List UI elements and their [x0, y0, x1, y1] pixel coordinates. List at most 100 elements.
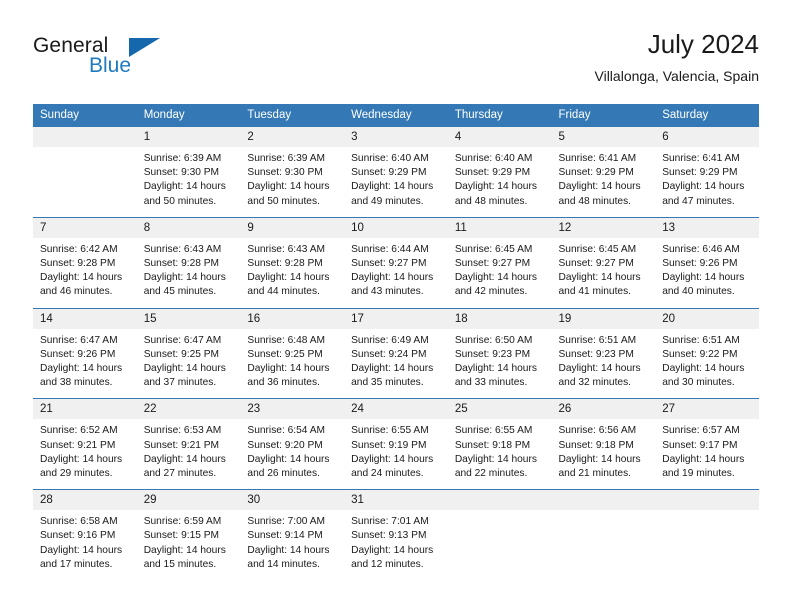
calendar-week-row: 7 Sunrise: 6:42 AM Sunset: 9:28 PM Daylight…	[33, 216, 759, 309]
daylight-text: Daylight: 14 hours	[40, 363, 123, 375]
day-details: Sunrise: 6:40 AM Sunset: 9:29 PM Daylight:…	[344, 147, 448, 217]
day-details: Sunrise: 6:47 AM Sunset: 9:25 PM Daylight:…	[137, 329, 241, 399]
daylight-text: Daylight: 14 hours	[454, 181, 537, 193]
sunset-text: Sunset: 9:30 PM	[247, 167, 323, 179]
calendar-week-row: 21 Sunrise: 6:52 AM Sunset: 9:21 PM Dayligh…	[33, 398, 759, 490]
calendar-day-cell[interactable]: 11 Sunrise: 6:45 AM Sunset: 9:27 PM Dayligh…	[447, 216, 552, 309]
day-details: Sunrise: 6:52 AM Sunset: 9:21 PM Daylight:…	[33, 419, 137, 489]
daylight-text: Daylight: 14 hours	[247, 181, 330, 193]
calendar-day-cell[interactable]: 19 Sunrise: 6:51 AM Sunset: 9:23 PM Dayligh…	[551, 307, 656, 399]
weekday-header-saturday: Saturday	[655, 104, 759, 127]
weekday-header-monday: Monday	[136, 104, 241, 127]
day-number: 22	[136, 399, 241, 420]
day-number: 2	[240, 127, 345, 147]
calendar-day-cell[interactable]: 7 Sunrise: 6:42 AM Sunset: 9:28 PM Daylight…	[33, 216, 137, 309]
sunset-text: Sunset: 9:15 PM	[143, 530, 220, 542]
day-number: 16	[240, 308, 345, 329]
sunrise-text: Sunrise: 6:54 AM	[247, 425, 325, 437]
sunset-text: Sunset: 9:29 PM	[351, 167, 427, 179]
day-number: 13	[655, 217, 759, 238]
calendar-day-cell[interactable]: 24 Sunrise: 6:55 AM Sunset: 9:19 PM Dayligh…	[344, 398, 448, 490]
weekday-header-tuesday: Tuesday	[240, 104, 345, 127]
day-details: Sunrise: 6:55 AM Sunset: 9:19 PM Daylight:…	[344, 419, 448, 489]
calendar-day-cell[interactable]: 27 Sunrise: 6:57 AM Sunset: 9:17 PM Dayligh…	[655, 398, 759, 490]
sunset-text: Sunset: 9:16 PM	[40, 530, 116, 542]
calendar-day-cell[interactable]: 18 Sunrise: 6:50 AM Sunset: 9:23 PM Dayligh…	[447, 307, 552, 399]
calendar-day-cell[interactable]: 5 Sunrise: 6:41 AM Sunset: 9:29 PM Daylight…	[551, 126, 656, 218]
sunset-text: Sunset: 9:29 PM	[662, 167, 738, 179]
day-details: Sunrise: 6:51 AM Sunset: 9:22 PM Daylight:…	[655, 329, 759, 399]
day-number: 5	[551, 127, 656, 147]
calendar-day-cell[interactable]: 10 Sunrise: 6:44 AM Sunset: 9:27 PM Dayligh…	[344, 216, 448, 309]
sunset-text: Sunset: 9:26 PM	[40, 348, 116, 360]
daylight-text: Daylight: 14 hours	[351, 363, 434, 375]
day-details: Sunrise: 6:41 AM Sunset: 9:29 PM Daylight:…	[655, 147, 759, 217]
sunrise-text: Sunrise: 6:45 AM	[558, 243, 637, 255]
calendar-day-cell[interactable]: 26 Sunrise: 6:56 AM Sunset: 9:18 PM Dayligh…	[551, 398, 656, 490]
day-details	[448, 510, 552, 570]
sunrise-text: Sunrise: 6:56 AM	[558, 425, 637, 437]
sunrise-text: Sunrise: 6:51 AM	[662, 334, 740, 346]
sunrise-text: Sunrise: 6:58 AM	[40, 516, 118, 528]
sunrise-text: Sunrise: 6:47 AM	[143, 334, 222, 346]
daylight-text: and 41 minutes.	[558, 286, 632, 298]
sunset-text: Sunset: 9:19 PM	[351, 439, 427, 451]
calendar-day-cell[interactable]: 25 Sunrise: 6:55 AM Sunset: 9:18 PM Dayligh…	[447, 398, 552, 490]
day-details	[655, 510, 759, 570]
day-details: Sunrise: 6:43 AM Sunset: 9:28 PM Daylight:…	[240, 238, 344, 308]
sunset-text: Sunset: 9:28 PM	[247, 258, 323, 270]
calendar-day-cell[interactable]: 6 Sunrise: 6:41 AM Sunset: 9:29 PM Daylight…	[655, 126, 759, 218]
day-number	[551, 490, 656, 511]
sunrise-text: Sunrise: 6:51 AM	[558, 334, 637, 346]
daylight-text: and 26 minutes.	[247, 468, 320, 480]
calendar-day-cell[interactable]: 31 Sunrise: 7:01 AM Sunset: 9:13 PM Dayligh…	[344, 489, 448, 581]
sunrise-text: Sunrise: 6:50 AM	[454, 334, 533, 346]
calendar-day-cell[interactable]: 14 Sunrise: 6:47 AM Sunset: 9:26 PM Dayligh…	[33, 307, 137, 399]
calendar-day-cell[interactable]: 30 Sunrise: 7:00 AM Sunset: 9:14 PM Dayligh…	[240, 489, 345, 581]
daylight-text: Daylight: 14 hours	[662, 453, 745, 465]
sunrise-text: Sunrise: 6:42 AM	[40, 243, 118, 255]
day-details: Sunrise: 6:55 AM Sunset: 9:18 PM Daylight:…	[448, 419, 552, 489]
day-number: 19	[551, 308, 656, 329]
daylight-text: and 37 minutes.	[143, 377, 217, 389]
day-number: 7	[33, 217, 137, 238]
calendar-day-cell[interactable]: 29 Sunrise: 6:59 AM Sunset: 9:15 PM Dayligh…	[136, 489, 241, 581]
daylight-text: and 49 minutes.	[351, 195, 424, 207]
daylight-text: Daylight: 14 hours	[351, 544, 434, 556]
day-number: 18	[447, 308, 552, 329]
calendar-day-cell[interactable]: 12 Sunrise: 6:45 AM Sunset: 9:27 PM Dayligh…	[551, 216, 656, 309]
sunset-text: Sunset: 9:18 PM	[454, 439, 531, 451]
brand-logo[interactable]: General Blue	[33, 34, 253, 86]
calendar-day-cell[interactable]: 23 Sunrise: 6:54 AM Sunset: 9:20 PM Dayligh…	[240, 398, 345, 490]
calendar-day-cell[interactable]: 2 Sunrise: 6:39 AM Sunset: 9:30 PM Daylight…	[240, 126, 345, 218]
daylight-text: and 29 minutes.	[40, 468, 113, 480]
calendar-day-cell[interactable]: 3 Sunrise: 6:40 AM Sunset: 9:29 PM Daylight…	[344, 126, 448, 218]
calendar-day-cell[interactable]: 21 Sunrise: 6:52 AM Sunset: 9:21 PM Dayligh…	[33, 398, 137, 490]
day-number: 1	[136, 127, 241, 147]
day-number: 30	[240, 490, 345, 511]
calendar-day-cell[interactable]: 20 Sunrise: 6:51 AM Sunset: 9:22 PM Dayligh…	[655, 307, 759, 399]
sunset-text: Sunset: 9:14 PM	[247, 530, 323, 542]
day-details	[33, 147, 137, 207]
calendar-day-cell[interactable]: 1 Sunrise: 6:39 AM Sunset: 9:30 PM Daylight…	[136, 126, 241, 218]
daylight-text: and 45 minutes.	[143, 286, 217, 298]
daylight-text: Daylight: 14 hours	[351, 272, 434, 284]
calendar-day-cell[interactable]: 4 Sunrise: 6:40 AM Sunset: 9:29 PM Daylight…	[447, 126, 552, 218]
calendar-day-cell[interactable]: 22 Sunrise: 6:53 AM Sunset: 9:21 PM Dayligh…	[136, 398, 241, 490]
calendar-day-cell[interactable]: 16 Sunrise: 6:48 AM Sunset: 9:25 PM Dayligh…	[240, 307, 345, 399]
brand-name-blue: Blue	[89, 54, 132, 77]
daylight-text: Daylight: 14 hours	[40, 544, 123, 556]
calendar-day-cell[interactable]: 8 Sunrise: 6:43 AM Sunset: 9:28 PM Daylight…	[136, 216, 241, 309]
sunset-text: Sunset: 9:27 PM	[351, 258, 427, 270]
daylight-text: Daylight: 14 hours	[454, 453, 537, 465]
calendar-day-cell[interactable]: 15 Sunrise: 6:47 AM Sunset: 9:25 PM Dayligh…	[136, 307, 241, 399]
daylight-text: Daylight: 14 hours	[454, 363, 537, 375]
calendar-day-cell[interactable]: 9 Sunrise: 6:43 AM Sunset: 9:28 PM Daylight…	[240, 216, 345, 309]
daylight-text: and 19 minutes.	[662, 468, 735, 480]
sunset-text: Sunset: 9:18 PM	[558, 439, 634, 451]
calendar-day-cell[interactable]: 17 Sunrise: 6:49 AM Sunset: 9:24 PM Dayligh…	[344, 307, 448, 399]
calendar-day-cell[interactable]: 28 Sunrise: 6:58 AM Sunset: 9:16 PM Dayligh…	[33, 489, 137, 581]
day-details: Sunrise: 6:51 AM Sunset: 9:23 PM Daylight:…	[552, 329, 656, 399]
calendar-day-cell[interactable]: 13 Sunrise: 6:46 AM Sunset: 9:26 PM Dayligh…	[655, 216, 759, 309]
sunrise-text: Sunrise: 6:57 AM	[662, 425, 740, 437]
